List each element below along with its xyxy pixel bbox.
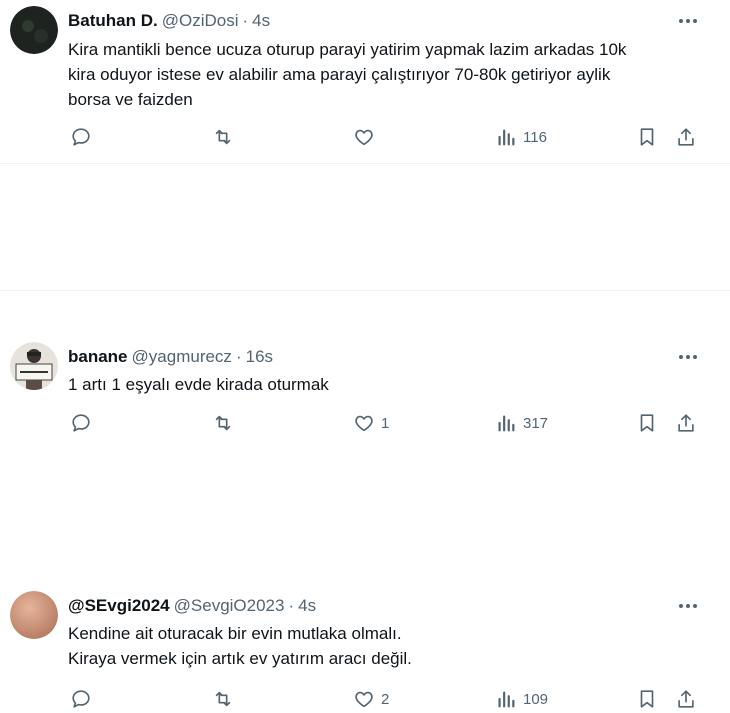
- share-icon: [678, 128, 694, 146]
- tweet-text-line: kira oduyor istese ev alabilir ama paray…: [68, 65, 611, 84]
- views-icon: [498, 129, 515, 146]
- bookmark-icon: [640, 690, 654, 708]
- like-count: 2: [381, 690, 390, 708]
- retweet-button[interactable]: [212, 685, 234, 713]
- bookmark-icon: [640, 128, 654, 146]
- views-button[interactable]: 109: [495, 685, 548, 713]
- heart-icon: [355, 129, 373, 146]
- views-button[interactable]: 116: [495, 123, 547, 151]
- tweet-text-line: Kira mantikli bence ucuza oturup parayi …: [68, 40, 627, 59]
- view-count: 116: [523, 128, 547, 146]
- reply-icon: [72, 690, 90, 708]
- skin-tone-avatar-icon: [10, 591, 58, 639]
- retweet-icon: [215, 129, 231, 145]
- views-icon: [498, 691, 515, 708]
- user-handle[interactable]: @OziDosi: [162, 11, 239, 30]
- tweet-text: Kira mantikli bence ucuza oturup parayi …: [68, 37, 690, 112]
- tweet-text: Kendine ait oturacak bir evin mutlaka ol…: [68, 621, 690, 671]
- reply-icon: [72, 128, 90, 146]
- tweet-text-line: Kendine ait oturacak bir evin mutlaka ol…: [68, 624, 402, 643]
- heart-icon: [355, 691, 373, 708]
- view-count: 109: [523, 690, 549, 708]
- display-name[interactable]: @SEvgi2024: [68, 596, 170, 615]
- reply-button[interactable]: [70, 123, 92, 151]
- action-bar: 116: [68, 123, 708, 151]
- action-bar: 2 109: [68, 685, 708, 713]
- share-button[interactable]: [675, 685, 697, 713]
- reply-button[interactable]: [70, 685, 92, 713]
- share-button[interactable]: [675, 123, 697, 151]
- bookmark-button[interactable]: [636, 123, 658, 151]
- tweet[interactable]: @SEvgi2024 @SevgiO2023 · 4s Kendine ait otu…: [0, 291, 730, 708]
- tweet[interactable]: banane @yagmurecz · 16s 1 artı 1 eşyalı evd…: [0, 164, 730, 432]
- share-icon: [678, 690, 694, 708]
- more-icon[interactable]: [676, 594, 700, 618]
- separator: ·: [242, 11, 249, 30]
- bookmark-button[interactable]: [636, 685, 658, 713]
- tweet-text-line: borsa ve faizden: [68, 90, 193, 109]
- user-handle[interactable]: @SevgiO2023: [174, 596, 285, 615]
- separator: ·: [288, 596, 295, 615]
- like-button[interactable]: [353, 123, 381, 151]
- retweet-button[interactable]: [212, 123, 234, 151]
- avatar[interactable]: [10, 6, 58, 54]
- timestamp[interactable]: 4s: [298, 596, 316, 615]
- avatar[interactable]: [10, 591, 58, 639]
- timestamp[interactable]: 4s: [252, 11, 270, 30]
- dark-avatar-icon: [10, 6, 58, 54]
- tweet[interactable]: Batuhan D. @OziDosi · 4s Kira mantikli benc…: [0, 0, 730, 164]
- tweet-text-line: Kiraya vermek için artık ev yatırım arac…: [68, 649, 412, 668]
- display-name[interactable]: Batuhan D.: [68, 11, 158, 30]
- like-button[interactable]: 2: [353, 685, 389, 713]
- retweet-icon: [215, 691, 231, 707]
- tweet-header: @SEvgi2024 @SevgiO2023 · 4s: [68, 596, 316, 616]
- tweet-header: Batuhan D. @OziDosi · 4s: [68, 11, 270, 31]
- more-icon[interactable]: [676, 9, 700, 33]
